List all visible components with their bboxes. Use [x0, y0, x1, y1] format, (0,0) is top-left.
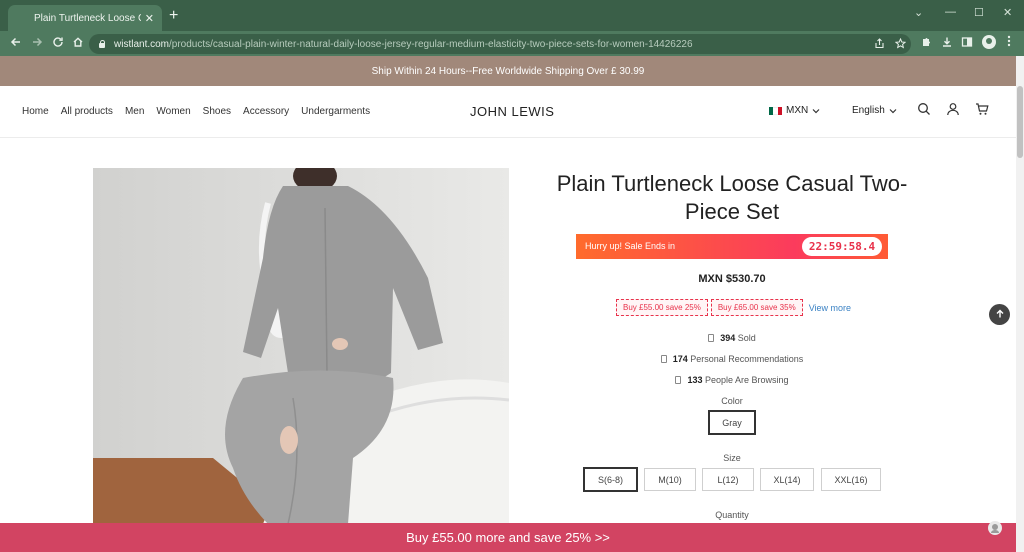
nav-shoes[interactable]: Shoes [203, 106, 231, 117]
nav-men[interactable]: Men [125, 106, 144, 117]
browsing-count: 133 People Are Browsing [530, 375, 934, 385]
sale-text: Hurry up! Sale Ends in [585, 241, 676, 251]
coupon-list: Buy £55.00 save 25% Buy £65.00 save 35% … [616, 299, 851, 316]
back-to-top-button[interactable] [989, 304, 1010, 325]
countdown-timer: 22:59:58.4 [802, 237, 882, 256]
eye-icon [675, 376, 682, 384]
announcement-bar: Ship Within 24 Hours--Free Worldwide Shi… [0, 56, 1016, 86]
coupon-tag[interactable]: Buy £65.00 save 35% [710, 299, 803, 316]
browsing-label: People Are Browsing [704, 375, 789, 385]
store-header: Home All products Men Women Shoes Access… [0, 86, 1016, 138]
thumb-icon [660, 355, 667, 363]
account-icon[interactable] [946, 102, 962, 118]
minimize-button[interactable]: — [945, 6, 956, 18]
recommendations-value: 174 [672, 354, 688, 364]
nav-all-products[interactable]: All products [61, 106, 113, 117]
coupon-tag[interactable]: Buy £55.00 save 25% [616, 299, 708, 316]
sale-countdown-banner: Hurry up! Sale Ends in 22:59:58.4 [576, 234, 888, 259]
url-path: /products/casual-plain-winter-natural-da… [169, 38, 693, 50]
chevron-down-icon [812, 108, 820, 113]
size-option-l[interactable]: L(12) [702, 468, 754, 491]
home-icon[interactable] [72, 36, 84, 51]
scrollbar-thumb[interactable] [1017, 86, 1023, 158]
close-window-button[interactable]: ✕ [1003, 6, 1012, 19]
size-option-xxl[interactable]: XXL(16) [821, 468, 881, 491]
sold-count: 394 Sold [530, 333, 934, 343]
main-nav: Home All products Men Women Shoes Access… [22, 106, 370, 117]
language-selector[interactable]: English [852, 105, 897, 116]
currency-selector[interactable]: MXN [769, 105, 820, 116]
back-icon[interactable] [10, 36, 22, 51]
extensions-icon[interactable] [920, 36, 932, 51]
address-bar[interactable]: wistlant.com/products/casual-plain-winte… [89, 34, 911, 54]
browser-tab[interactable]: Plain Turtleneck Loose Casual Tw ✕ [8, 5, 162, 31]
browsing-value: 133 [687, 375, 703, 385]
store-logo[interactable]: JOHN LEWIS [470, 104, 554, 119]
forward-icon[interactable] [31, 36, 43, 51]
color-label: Color [721, 396, 743, 406]
chat-support-icon[interactable] [988, 521, 1002, 535]
sold-value: 394 [720, 333, 736, 343]
size-option-xl[interactable]: XL(14) [760, 468, 814, 491]
color-option-gray[interactable]: Gray [708, 410, 756, 435]
view-more-link[interactable]: View more [809, 303, 851, 313]
product-image[interactable] [93, 168, 509, 524]
chevron-down-icon [889, 108, 897, 113]
nav-women[interactable]: Women [156, 106, 190, 117]
url-host: wistlant.com [114, 38, 170, 50]
tab-search-icon[interactable]: ⌄ [914, 6, 923, 19]
bag-icon [708, 334, 715, 342]
size-option-s[interactable]: S(6-8) [583, 467, 638, 492]
quantity-label: Quantity [715, 510, 749, 520]
cart-icon[interactable] [975, 102, 991, 118]
product-price: MXN $530.70 [698, 273, 766, 285]
new-tab-button[interactable]: + [169, 8, 178, 24]
promo-bar[interactable]: Buy £55.00 more and save 25% >> [0, 523, 1016, 552]
browser-tab-strip: Plain Turtleneck Loose Casual Tw ✕ + ⌄ —… [0, 0, 1024, 31]
tab-close-icon[interactable]: ✕ [145, 12, 154, 25]
nav-undergarments[interactable]: Undergarments [301, 106, 370, 117]
maximize-button[interactable]: ☐ [974, 6, 984, 19]
lock-icon[interactable] [98, 40, 106, 48]
mexico-flag-icon [769, 106, 782, 115]
recommendations-count: 174 Personal Recommendations [530, 354, 934, 364]
download-icon[interactable] [941, 36, 953, 51]
size-label: Size [723, 453, 741, 463]
side-panel-icon[interactable] [961, 36, 973, 51]
nav-home[interactable]: Home [22, 106, 49, 117]
reload-icon[interactable] [52, 36, 64, 51]
product-title: Plain Turtleneck Loose Casual Two-Piece … [556, 171, 908, 224]
promo-text: Buy £55.00 more and save 25% >> [406, 530, 610, 545]
browser-toolbar: wistlant.com/products/casual-plain-winte… [0, 31, 1024, 56]
more-menu-icon[interactable] [1007, 35, 1011, 50]
profile-avatar[interactable] [982, 35, 996, 49]
search-icon[interactable] [917, 102, 933, 118]
url-text: wistlant.com/products/casual-plain-winte… [114, 39, 693, 50]
sold-label: Sold [737, 333, 756, 343]
language-label: English [852, 105, 885, 116]
recommendations-label: Personal Recommendations [690, 354, 804, 364]
tab-title: Plain Turtleneck Loose Casual Tw [34, 12, 141, 24]
size-option-m[interactable]: M(10) [644, 468, 696, 491]
bookmark-star-icon[interactable] [894, 37, 907, 52]
share-icon[interactable] [874, 38, 885, 52]
nav-accessory[interactable]: Accessory [243, 106, 289, 117]
currency-label: MXN [786, 105, 809, 116]
announcement-text: Ship Within 24 Hours--Free Worldwide Shi… [371, 65, 645, 77]
